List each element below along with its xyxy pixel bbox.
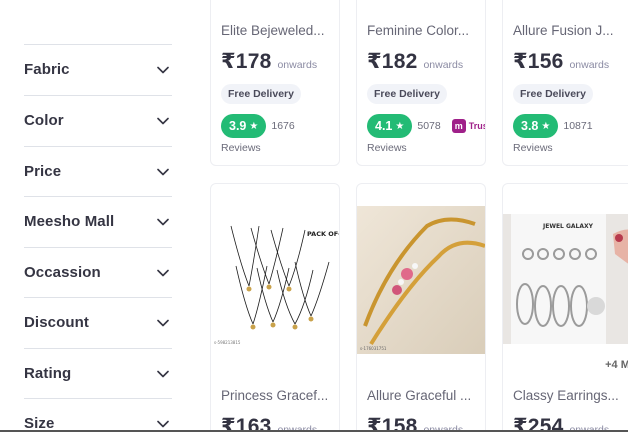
star-icon: ★ [249, 120, 259, 132]
filter-label: Price [24, 163, 62, 180]
more-colors-label: +4 More [605, 359, 628, 371]
product-price: ₹156 [513, 50, 564, 73]
review-count: 1676 [271, 120, 295, 132]
product-name: Elite Bejeweled... [221, 23, 325, 38]
product-price: ₹182 [367, 50, 418, 73]
chevron-down-icon [156, 63, 170, 77]
filter-occassion[interactable]: Occassion [24, 247, 172, 297]
product-image[interactable]: s-176031751 [357, 206, 485, 354]
product-name: Princess Gracef... [221, 388, 329, 403]
price-onwards: onwards [569, 59, 610, 71]
price-onwards: onwards [423, 59, 464, 71]
chevron-down-icon [156, 165, 170, 179]
product-price: ₹178 [221, 50, 272, 73]
filter-label: Fabric [24, 61, 70, 78]
necklace-image: PACK OF-8 s-598213815 [211, 206, 340, 354]
chevron-down-icon [156, 316, 170, 330]
filter-label: Meesho Mall [24, 213, 115, 230]
filter-meesho-mall[interactable]: Meesho Mall [24, 196, 172, 246]
chevron-down-icon [156, 367, 170, 381]
rating-badge: 4.1 ★ [367, 114, 413, 138]
rating-badge: 3.8 ★ [513, 114, 559, 138]
filter-color[interactable]: Color [24, 95, 172, 145]
window-bottom-border [0, 430, 628, 436]
chevron-down-icon [156, 114, 170, 128]
reviews-label: Reviews [221, 142, 261, 154]
filter-rating[interactable]: Rating [24, 348, 172, 398]
product-name: Allure Fusion J... [513, 23, 614, 38]
pack-label: PACK OF-8 [307, 230, 340, 238]
product-name: Feminine Color... [367, 23, 470, 38]
product-card[interactable]: s-176031751 Allure Graceful ... ₹158 onw… [356, 183, 486, 436]
filter-fabric[interactable]: Fabric [24, 44, 172, 94]
review-count: 10871 [563, 120, 593, 132]
product-card[interactable]: PACK OF-8 s-598213815 Princess Gracef...… [210, 183, 340, 436]
meesho-trusted-icon: m [451, 119, 466, 133]
filter-discount[interactable]: Discount [24, 297, 172, 347]
review-count: 5078 [417, 120, 441, 132]
earrings-image: JEWEL GALAXY [503, 214, 628, 344]
rating-value: 3.8 [521, 119, 539, 133]
star-icon: ★ [541, 120, 551, 132]
filter-sidebar: Fabric Color Price Meesho Mall Occassion… [0, 0, 190, 436]
filter-price[interactable]: Price [24, 146, 172, 196]
chevron-down-icon [156, 215, 170, 229]
product-card[interactable]: JEWEL GALAXY +4 More Classy Earrings... … [502, 183, 628, 436]
image-code: s-176031751 [360, 346, 387, 351]
product-name: Allure Graceful ... [367, 388, 472, 403]
filter-label: Discount [24, 314, 89, 331]
filter-label: Occassion [24, 264, 101, 281]
price-onwards: onwards [277, 59, 318, 71]
rating-value: 4.1 [375, 119, 393, 133]
filter-label: Rating [24, 365, 72, 382]
chevron-down-icon [156, 266, 170, 280]
product-card[interactable]: Allure Fusion J... ₹156 onwards Free Del… [502, 0, 628, 166]
trusted-badge: mTrust [451, 119, 485, 133]
rating-value: 3.9 [229, 119, 247, 133]
star-icon: ★ [395, 120, 405, 132]
trusted-label: Trust [468, 121, 485, 131]
gold-chain-image: s-176031751 [357, 206, 485, 354]
reviews-label: Reviews [513, 142, 553, 154]
reviews-label: Reviews [367, 142, 407, 154]
image-code: s-598213815 [214, 340, 241, 345]
product-image[interactable]: PACK OF-8 s-598213815 [211, 206, 340, 354]
free-delivery-badge: Free Delivery [367, 84, 447, 104]
free-delivery-badge: Free Delivery [513, 84, 593, 104]
chevron-down-icon [156, 417, 170, 431]
free-delivery-badge: Free Delivery [221, 84, 301, 104]
product-card[interactable]: Feminine Color... ₹182 onwards Free Deli… [356, 0, 486, 166]
brand-label: JEWEL GALAXY [542, 223, 594, 230]
product-name: Classy Earrings... [513, 388, 619, 403]
product-card[interactable]: Elite Bejeweled... ₹178 onwards Free Del… [210, 0, 340, 166]
filter-label: Color [24, 112, 64, 129]
product-image[interactable]: JEWEL GALAXY [503, 214, 628, 344]
rating-badge: 3.9 ★ [221, 114, 267, 138]
